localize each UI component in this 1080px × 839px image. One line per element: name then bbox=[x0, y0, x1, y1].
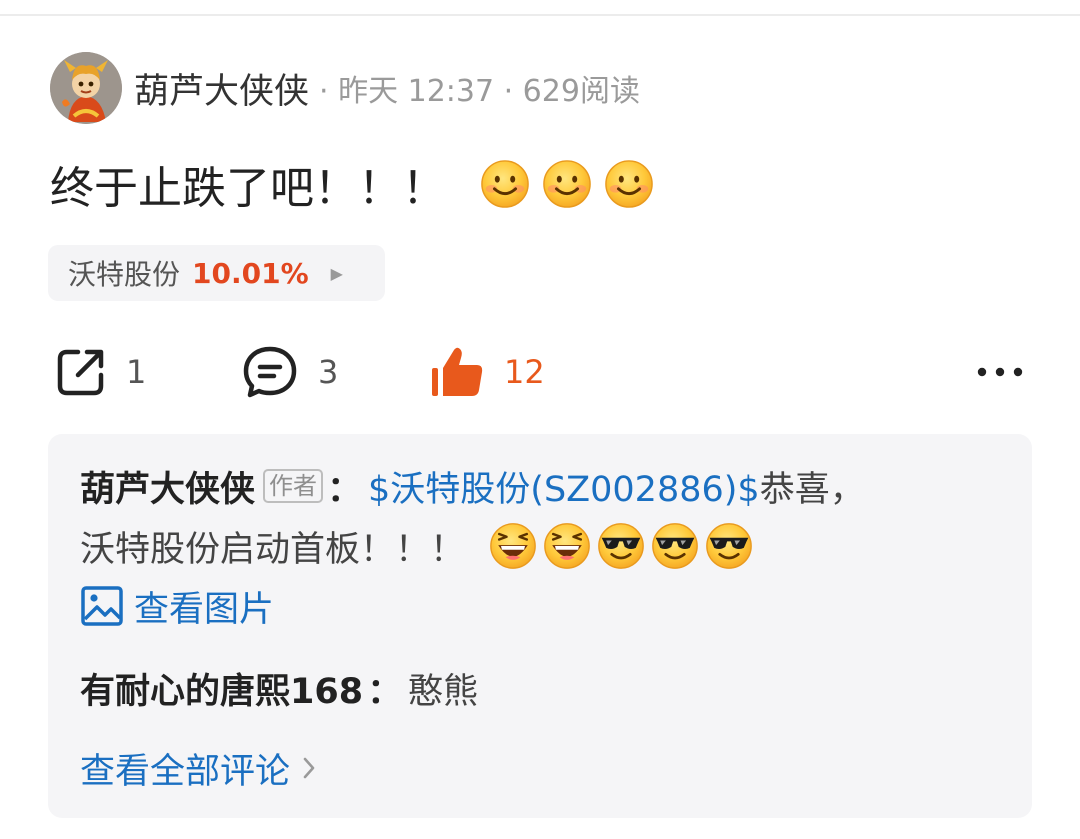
stock-change: 10.01% bbox=[192, 256, 309, 290]
cool-emoji bbox=[705, 522, 753, 570]
post-body: 终于止跌了吧！！！ bbox=[50, 163, 446, 214]
comments-panel: 葫芦大侠侠 作者 ： $沃特股份(SZ002886)$ 恭喜， 沃特股份启动首板… bbox=[48, 434, 1032, 818]
post-header: 葫芦大侠侠 · 昨天 12:37 · 629阅读 bbox=[50, 52, 640, 124]
post-meta: · 昨天 12:37 · 629阅读 bbox=[319, 74, 640, 109]
laugh-emoji bbox=[489, 522, 537, 570]
comment-line-3[interactable]: 有耐心的唐熙168 ： 憨熊 bbox=[80, 658, 478, 718]
comment-author[interactable]: 葫芦大侠侠 bbox=[80, 461, 255, 512]
view-all-label: 查看全部评论 bbox=[80, 751, 291, 792]
comment-author[interactable]: 有耐心的唐熙168 bbox=[80, 663, 363, 714]
stock-name: 沃特股份 bbox=[68, 258, 181, 291]
view-image-link[interactable]: 查看图片 bbox=[80, 576, 274, 636]
comment-colon: ： bbox=[367, 671, 403, 712]
comment-icon bbox=[243, 346, 297, 398]
smile-emoji bbox=[480, 159, 530, 209]
smile-emoji bbox=[542, 159, 592, 209]
like-button[interactable]: 12 bbox=[430, 340, 545, 404]
more-icon bbox=[977, 367, 1023, 377]
laugh-emoji bbox=[543, 522, 591, 570]
comment-count: 3 bbox=[318, 353, 339, 391]
like-count: 12 bbox=[504, 353, 545, 391]
comment-colon: ： bbox=[327, 469, 363, 510]
comment-line-1[interactable]: 葫芦大侠侠 作者 ： $沃特股份(SZ002886)$ 恭喜， bbox=[80, 456, 865, 516]
view-all-comments-link[interactable]: 查看全部评论 bbox=[80, 738, 316, 798]
comment-text: 恭喜， bbox=[759, 469, 865, 510]
stock-link[interactable]: $沃特股份(SZ002886)$ bbox=[368, 461, 760, 512]
stock-tag[interactable]: 沃特股份 10.01% ▶ bbox=[48, 245, 385, 301]
avatar[interactable] bbox=[50, 52, 122, 124]
image-icon bbox=[80, 585, 124, 627]
play-arrow-icon: ▶ bbox=[330, 263, 343, 283]
like-icon bbox=[432, 347, 483, 396]
chevron-right-icon bbox=[302, 756, 316, 780]
more-button[interactable] bbox=[972, 340, 1028, 404]
comment-text-cont: 沃特股份启动首板！！！ bbox=[80, 529, 466, 570]
author-badge: 作者 bbox=[263, 469, 324, 503]
smile-emoji bbox=[604, 159, 654, 209]
post-author-name[interactable]: 葫芦大侠侠 bbox=[134, 63, 309, 114]
share-icon bbox=[57, 349, 104, 396]
comment-text: 憨熊 bbox=[408, 671, 479, 712]
top-divider bbox=[0, 14, 1080, 16]
view-image-label: 查看图片 bbox=[134, 589, 275, 630]
cool-emoji bbox=[597, 522, 645, 570]
action-bar: 1 3 12 bbox=[0, 340, 1080, 404]
comment-line-2: 沃特股份启动首板！！！ bbox=[80, 516, 753, 576]
comment-button[interactable]: 3 bbox=[242, 340, 338, 404]
share-button[interactable]: 1 bbox=[56, 340, 146, 404]
cool-emoji bbox=[651, 522, 699, 570]
post-text: 终于止跌了吧！！！ bbox=[50, 152, 654, 216]
share-count: 1 bbox=[126, 353, 147, 391]
